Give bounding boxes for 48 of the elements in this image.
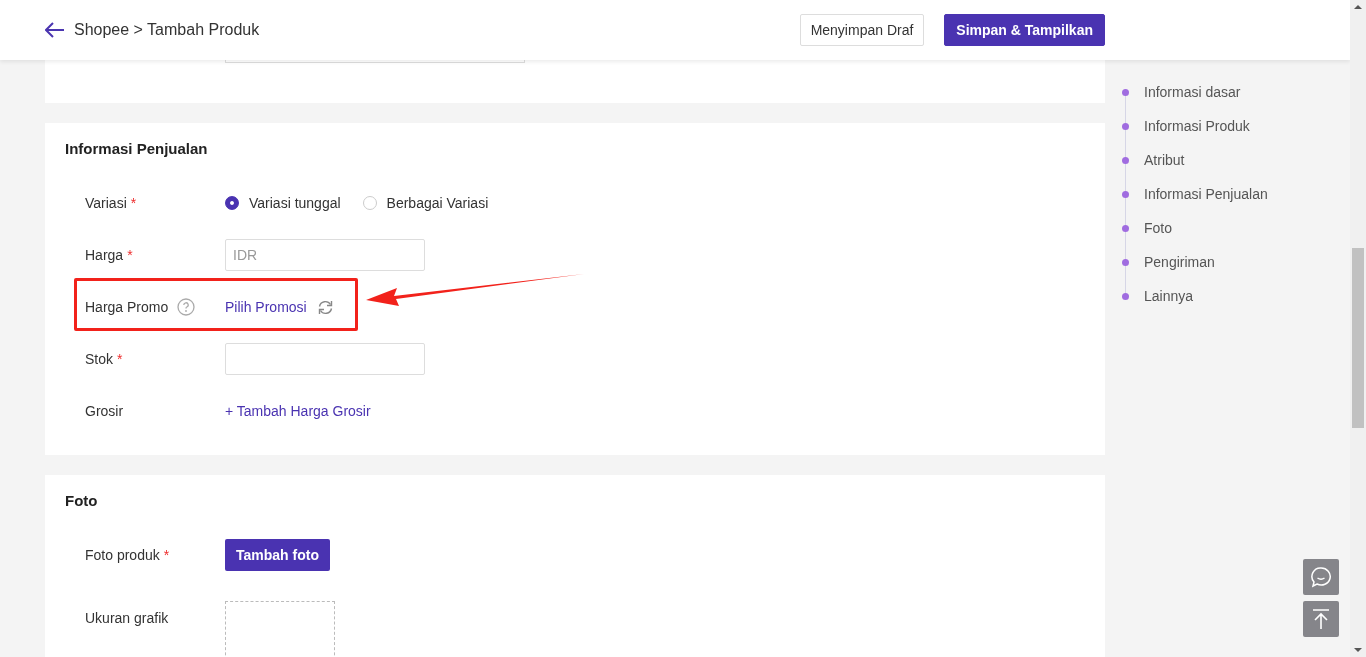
field-label: Foto produk xyxy=(85,547,160,563)
section-nav-link[interactable]: Pengiriman xyxy=(1144,254,1215,270)
refresh-icon[interactable] xyxy=(316,299,334,315)
input-field[interactable] xyxy=(225,60,525,63)
select-promo-link[interactable]: Pilih Promosi xyxy=(225,299,307,315)
option-label: Variasi tunggal xyxy=(249,195,341,211)
save-and-show-button[interactable]: Simpan & Tampilkan xyxy=(944,14,1105,46)
field-label: Ukuran grafik xyxy=(85,610,169,626)
timeline-dot xyxy=(1122,258,1129,266)
required-mark: * xyxy=(127,247,133,263)
chat-bubble-icon xyxy=(1310,566,1332,588)
section-title: Informasi Penjualan xyxy=(65,140,209,157)
section-nav-link[interactable]: Informasi Penjualan xyxy=(1144,186,1268,202)
required-mark: * xyxy=(117,351,123,367)
section-nav-link[interactable]: Informasi dasar xyxy=(1144,84,1241,100)
section-nav-link[interactable]: Informasi Produk xyxy=(1144,118,1250,134)
back-to-top-icon xyxy=(1311,608,1331,630)
scrollbar[interactable] xyxy=(1350,0,1366,657)
add-wholesale-link[interactable]: + Tambah Harga Grosir xyxy=(225,403,371,419)
add-photo-button[interactable]: Tambah foto xyxy=(225,539,330,571)
chat-button[interactable] xyxy=(1303,559,1339,595)
field-label: Variasi xyxy=(85,195,127,211)
timeline-dot xyxy=(1122,190,1129,198)
breadcrumb: Shopee > Tambah Produk xyxy=(74,21,260,39)
timeline-dot xyxy=(1122,292,1129,300)
section-title: Foto xyxy=(65,492,99,509)
option-label: Berbagai Variasi xyxy=(386,195,489,211)
save-draft-button[interactable]: Menyimpan Draf xyxy=(799,14,925,46)
section-nav-link[interactable]: Lainnya xyxy=(1144,288,1194,304)
field-label: Harga xyxy=(85,247,124,263)
timeline-dot xyxy=(1122,224,1129,232)
section-nav-link[interactable]: Foto xyxy=(1144,220,1172,236)
back-arrow-icon[interactable] xyxy=(45,22,65,38)
field-label: Harga Promo xyxy=(85,299,169,315)
required-mark: * xyxy=(163,547,170,563)
input-field[interactable] xyxy=(225,343,425,375)
help-icon[interactable] xyxy=(177,298,196,316)
timeline-dot xyxy=(1122,122,1129,130)
timeline-dot xyxy=(1122,156,1129,164)
field-label: Stok xyxy=(85,351,113,367)
image-drop-area[interactable] xyxy=(225,601,335,657)
radio-button[interactable] xyxy=(225,196,239,210)
timeline-dot xyxy=(1122,88,1129,96)
field-label: Grosir xyxy=(85,403,124,419)
section-nav-link[interactable]: Atribut xyxy=(1144,152,1185,168)
required-mark: * xyxy=(130,195,137,211)
input-field[interactable]: IDR xyxy=(225,239,425,271)
back-to-top-button[interactable] xyxy=(1303,601,1339,637)
